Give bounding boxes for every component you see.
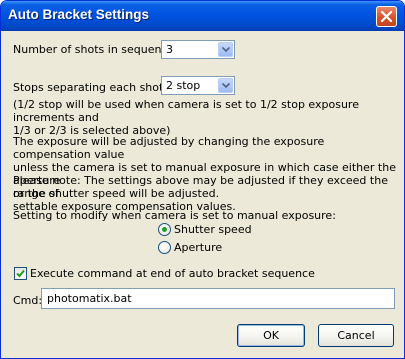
close-icon (380, 10, 393, 23)
shots-dropdown-arrow[interactable] (218, 42, 233, 57)
stops-note: (1/2 stop will be used when camera is se… (13, 98, 359, 137)
cancel-button[interactable]: Cancel (318, 324, 394, 347)
radio-label[interactable]: Shutter speed (174, 223, 252, 236)
shots-label: Number of shots in sequence: (13, 43, 178, 56)
checkbox[interactable] (14, 267, 27, 280)
ok-button[interactable]: OK (237, 324, 305, 347)
stops-dropdown-arrow[interactable] (218, 78, 233, 93)
cmd-input-box[interactable] (41, 288, 395, 309)
radio-selected-dot (162, 227, 167, 232)
execute-label[interactable]: Execute command at end of auto bracket s… (30, 267, 315, 280)
radio-button[interactable] (158, 241, 171, 254)
shots-dropdown[interactable]: 3 (161, 40, 235, 59)
radio-button[interactable] (158, 223, 171, 236)
close-button[interactable] (376, 6, 397, 27)
chevron-down-icon (222, 83, 230, 88)
radio-label[interactable]: Aperture (174, 241, 222, 254)
stops-dropdown[interactable]: 2 stop (161, 76, 235, 95)
cmd-input[interactable] (47, 292, 267, 305)
cmd-label: Cmd: (13, 294, 43, 307)
title-bar[interactable]: Auto Bracket Settings (1, 1, 404, 31)
shots-value: 3 (166, 43, 173, 56)
stops-value: 2 stop (166, 79, 201, 92)
dialog-window: Auto Bracket Settings Number of shots in… (0, 0, 405, 359)
window-title: Auto Bracket Settings (8, 7, 150, 22)
checkmark-icon (16, 269, 25, 278)
info-paragraph-2: Please note: The settings above may be a… (13, 174, 388, 213)
stops-label: Stops separating each shot: (13, 81, 168, 94)
manual-label: Setting to modify when camera is set to … (13, 209, 336, 222)
dialog-body: Number of shots in sequence: 3 Stops sep… (4, 31, 401, 355)
chevron-down-icon (222, 47, 230, 52)
